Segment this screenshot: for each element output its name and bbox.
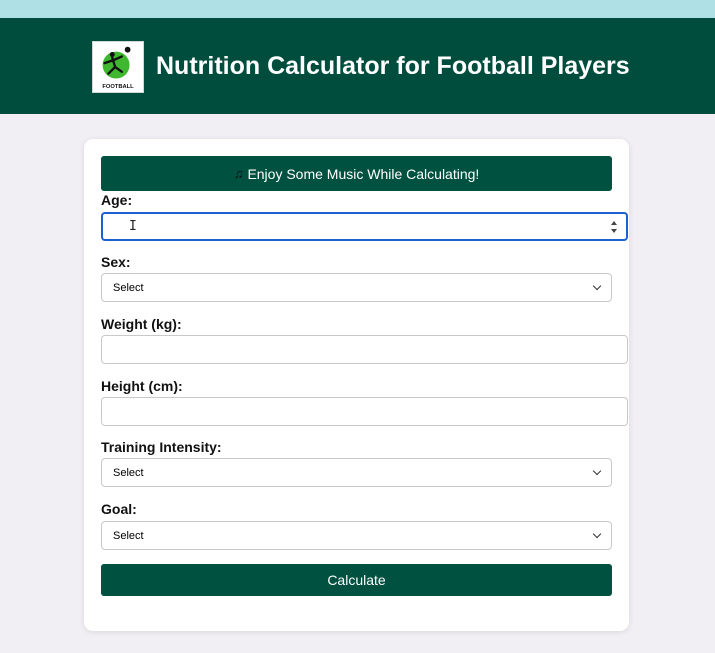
height-input[interactable] [101, 397, 628, 426]
sex-label: Sex: [101, 254, 131, 270]
text-cursor-icon: I [129, 219, 137, 234]
chevron-down-icon [592, 529, 602, 539]
music-button-label: Enjoy Some Music While Calculating! [247, 165, 480, 182]
page-title: Nutrition Calculator for Football Player… [156, 52, 630, 80]
number-spinner[interactable] [610, 221, 618, 233]
top-strip [0, 0, 715, 18]
spinner-down-icon[interactable] [611, 229, 617, 233]
chevron-down-icon [592, 281, 602, 291]
music-note-icon: ♫ [233, 166, 244, 181]
spinner-up-icon[interactable] [611, 221, 617, 225]
sex-selected: Select [113, 281, 144, 294]
page-header: FOOTBALL Nutrition Calculator for Footba… [0, 18, 715, 114]
age-input[interactable]: I [101, 212, 628, 241]
intensity-label: Training Intensity: [101, 439, 222, 455]
sex-select[interactable]: Select [101, 273, 612, 302]
chevron-down-icon [592, 466, 602, 476]
intensity-select[interactable]: Select [101, 458, 612, 487]
height-label: Height (cm): [101, 378, 183, 394]
music-button[interactable]: ♫ Enjoy Some Music While Calculating! [101, 156, 612, 191]
goal-selected: Select [113, 529, 144, 542]
calculator-form: ♫ Enjoy Some Music While Calculating! Ag… [84, 139, 629, 631]
weight-label: Weight (kg): [101, 316, 182, 332]
weight-input[interactable] [101, 335, 628, 364]
calculate-button[interactable]: Calculate [101, 564, 612, 596]
svg-text:FOOTBALL: FOOTBALL [102, 84, 134, 90]
goal-label: Goal: [101, 501, 137, 517]
intensity-selected: Select [113, 466, 144, 479]
age-label: Age: [101, 192, 133, 208]
football-logo: FOOTBALL [92, 41, 144, 93]
goal-select[interactable]: Select [101, 521, 612, 550]
